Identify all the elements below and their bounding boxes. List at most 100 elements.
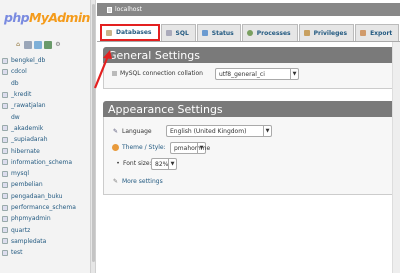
exit-icon[interactable]	[24, 41, 32, 49]
database-name[interactable]: _rawatjalan	[11, 102, 46, 109]
database-item[interactable]: quartz	[2, 224, 88, 235]
database-name[interactable]: _akademik	[11, 125, 43, 132]
database-name[interactable]: _supiadarah	[11, 136, 48, 143]
tab-status[interactable]: Status	[196, 24, 241, 41]
chevron-down-icon: ▼	[168, 159, 176, 169]
tab-export[interactable]: Export	[355, 24, 400, 41]
database-name[interactable]: sampledata	[11, 238, 46, 245]
database-name[interactable]: db	[11, 80, 19, 87]
language-label: Language	[122, 128, 152, 135]
sql-icon	[165, 30, 172, 36]
database-item[interactable]: dw	[2, 111, 88, 122]
database-name[interactable]: bengkel_db	[11, 57, 45, 64]
main-tabs: Databases SQL Status Processes Privilege…	[100, 24, 400, 41]
phpmyadmin-logo[interactable]: phpMyAdmin	[4, 10, 90, 25]
database-item[interactable]: pembelian	[2, 179, 88, 190]
wrench-icon: ✎	[112, 178, 119, 185]
database-name[interactable]: mysql	[11, 170, 29, 177]
database-name[interactable]: pembelian	[11, 181, 43, 188]
tab-label: Processes	[256, 29, 291, 37]
docs-icon[interactable]	[44, 41, 52, 49]
database-item[interactable]: _rawatjalan	[2, 100, 88, 111]
navigation-panel: phpMyAdmin ⌂ ⚙ bengkel_dbcdcol db _kredit _…	[0, 0, 90, 273]
home-icon[interactable]: ⌂	[14, 41, 22, 49]
database-name[interactable]: dw	[11, 114, 20, 121]
database-name[interactable]: performance_schema	[11, 204, 76, 211]
tab-label: Privileges	[313, 29, 348, 37]
database-name[interactable]: phpmyadmin	[11, 215, 51, 222]
database-item[interactable]: performance_schema	[2, 202, 88, 213]
database-item[interactable]: mysql	[2, 168, 88, 179]
database-item[interactable]: bengkel_db	[2, 55, 88, 66]
more-settings-link[interactable]: More settings	[122, 178, 163, 185]
database-name[interactable]: pengadaan_buku	[11, 193, 62, 200]
tab-sql[interactable]: SQL	[160, 24, 196, 41]
tab-processes[interactable]: Processes	[241, 24, 298, 41]
status-icon	[201, 30, 208, 36]
database-name[interactable]: _kredit	[11, 91, 31, 98]
theme-icon	[112, 144, 119, 151]
scrollbar-thumb[interactable]	[92, 4, 95, 262]
page-scrollbar[interactable]	[392, 42, 400, 273]
language-value: English (United Kingdom)	[170, 127, 247, 135]
server-icon	[107, 6, 112, 13]
language-icon: ✎	[112, 128, 119, 135]
server-label[interactable]: localhost	[115, 6, 142, 13]
database-item[interactable]: _akademik	[2, 123, 88, 134]
database-item[interactable]: hibernate	[2, 145, 88, 156]
theme-row: Theme / Style:	[112, 144, 166, 151]
database-item[interactable]: _supiadarah	[2, 134, 88, 145]
navigation-scrollbar[interactable]	[90, 0, 96, 273]
database-icon	[2, 136, 8, 143]
tabs-divider	[97, 41, 400, 42]
tab-privileges[interactable]: Privileges	[298, 24, 355, 41]
chevron-down-icon: ▼	[197, 143, 205, 153]
fontsize-row: • Font size:	[116, 160, 152, 167]
database-name[interactable]: cdcol	[11, 68, 27, 75]
bullet-icon: •	[116, 160, 120, 167]
database-icon	[2, 125, 8, 132]
database-icon	[2, 181, 8, 188]
database-item[interactable]: information_schema	[2, 157, 88, 168]
fontsize-label: Font size:	[123, 160, 152, 167]
fontsize-select[interactable]: 82% ▼	[151, 158, 177, 170]
database-name[interactable]: information_schema	[11, 159, 72, 166]
chevron-down-icon: ▼	[263, 126, 271, 136]
more-settings-row: ✎ More settings	[112, 178, 163, 185]
database-icon	[2, 68, 8, 75]
collation-select[interactable]: utf8_general_ci ▼	[215, 68, 299, 80]
language-select[interactable]: English (United Kingdom) ▼	[166, 125, 272, 137]
database-item[interactable]: db	[2, 78, 88, 89]
processes-icon	[246, 30, 253, 36]
query-icon[interactable]	[34, 41, 42, 49]
database-item[interactable]: pengadaan_buku	[2, 191, 88, 202]
logo-php-text: php	[4, 10, 30, 25]
theme-select[interactable]: pmahomme ▼	[170, 142, 210, 154]
database-item[interactable]: test	[2, 247, 88, 258]
database-item[interactable]: _kredit	[2, 89, 88, 100]
tab-label: Export	[370, 29, 393, 37]
logo-myadmin-text: MyAdmin	[29, 10, 90, 25]
database-item[interactable]: cdcol	[2, 66, 88, 77]
database-icon	[2, 215, 8, 222]
tab-label: SQL	[175, 29, 189, 37]
settings-icon[interactable]: ⚙	[54, 41, 62, 49]
theme-label[interactable]: Theme / Style:	[122, 144, 166, 151]
privileges-icon	[303, 30, 310, 36]
database-item[interactable]: sampledata	[2, 236, 88, 247]
database-name[interactable]: hibernate	[11, 148, 40, 155]
database-icon	[2, 170, 8, 177]
general-settings-panel: MySQL connection collation utf8_general_…	[103, 63, 400, 89]
tab-databases[interactable]: Databases	[100, 24, 160, 41]
appearance-settings-panel: ✎ Language English (United Kingdom) ▼ Th…	[103, 117, 400, 195]
collation-icon	[112, 71, 117, 76]
database-item[interactable]: phpmyadmin	[2, 213, 88, 224]
fontsize-value: 82%	[155, 160, 169, 168]
general-settings-title: General Settings	[103, 47, 400, 63]
database-name[interactable]: quartz	[11, 227, 30, 234]
quick-links: ⌂ ⚙	[14, 41, 62, 49]
tab-label: Databases	[116, 29, 152, 36]
database-name[interactable]: test	[11, 249, 23, 256]
database-list: bengkel_dbcdcol db _kredit _rawatjalandw _ak…	[2, 55, 88, 258]
chevron-down-icon: ▼	[290, 69, 298, 79]
